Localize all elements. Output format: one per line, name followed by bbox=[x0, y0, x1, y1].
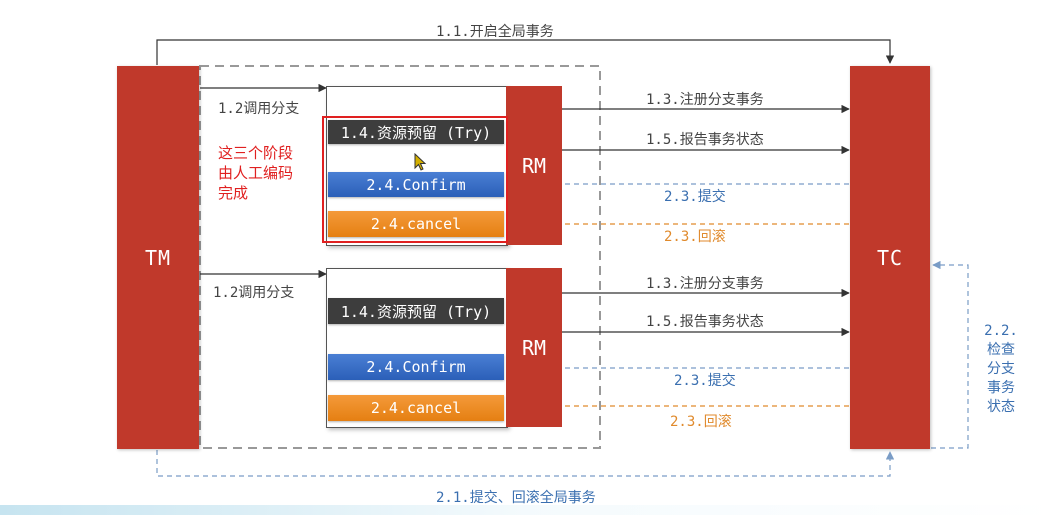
bottom-decoration bbox=[0, 505, 1056, 515]
rm1-call-label: 1.2调用分支 bbox=[218, 101, 300, 117]
tc-label: TC bbox=[876, 245, 904, 270]
rm2-try-step: 1.4.资源预留 (Try) bbox=[328, 298, 504, 324]
manual-code-highlight bbox=[322, 116, 508, 243]
manual-code-note: 这三个阶段 由人工编码 完成 bbox=[218, 144, 294, 202]
rm2-label: RM bbox=[521, 335, 547, 360]
rm1-commit-label: 2.3.提交 bbox=[664, 189, 726, 205]
rm1-block: RM bbox=[506, 86, 562, 245]
tc-block: TC bbox=[850, 66, 930, 449]
rm2-cancel-step: 2.4.cancel bbox=[328, 395, 504, 421]
global-end-arrow bbox=[156, 450, 895, 477]
global-start-label: 1.1.开启全局事务 bbox=[436, 24, 554, 40]
rm1-rollback-label: 2.3.回滚 bbox=[664, 229, 726, 245]
rm1-register-label: 1.3.注册分支事务 bbox=[646, 92, 764, 108]
rm1-report-label: 1.5.报告事务状态 bbox=[646, 132, 764, 148]
rm2-call-label: 1.2调用分支 bbox=[213, 285, 295, 301]
check-status-label: 2.2. 检查 分支 事务 状态 bbox=[984, 323, 1018, 415]
rm2-report-label: 1.5.报告事务状态 bbox=[646, 314, 764, 330]
rm2-rollback-label: 2.3.回滚 bbox=[670, 414, 732, 430]
check-status-arrow bbox=[931, 260, 969, 449]
tm-label: TM bbox=[144, 245, 172, 270]
global-end-label: 2.1.提交、回滚全局事务 bbox=[436, 490, 596, 506]
global-start-arrow bbox=[156, 39, 895, 65]
mouse-cursor-icon bbox=[414, 153, 427, 171]
tm-block: TM bbox=[117, 66, 199, 449]
rm2-confirm-step: 2.4.Confirm bbox=[328, 354, 504, 380]
rm2-block: RM bbox=[506, 268, 562, 427]
rm2-commit-label: 2.3.提交 bbox=[674, 373, 736, 389]
rm1-label: RM bbox=[521, 153, 547, 178]
rm2-register-label: 1.3.注册分支事务 bbox=[646, 276, 764, 292]
